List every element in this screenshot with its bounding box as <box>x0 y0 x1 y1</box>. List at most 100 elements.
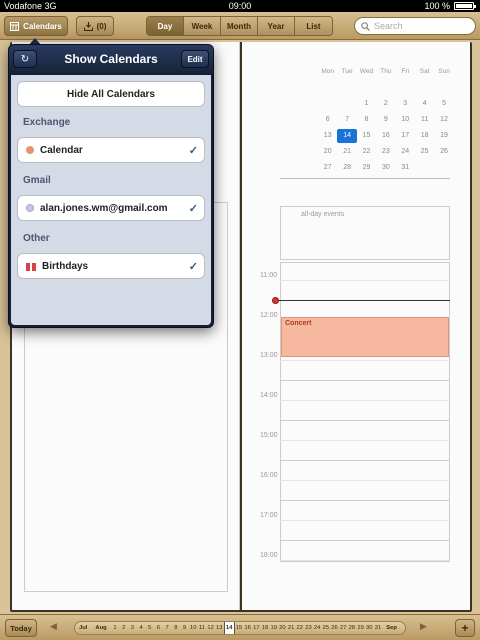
strip-day[interactable]: 6 <box>154 625 163 631</box>
hour-label: 15:00 <box>260 432 278 439</box>
mini-month-day[interactable]: 31 <box>396 160 415 176</box>
hide-all-calendars-button[interactable]: Hide All Calendars <box>17 81 205 107</box>
mini-month-day[interactable]: 16 <box>376 128 395 144</box>
strip-month-label[interactable]: Sep <box>382 625 401 631</box>
calendars-button[interactable]: Calendars <box>4 16 68 36</box>
mini-month-day <box>396 80 415 96</box>
tab-list[interactable]: List <box>295 17 332 35</box>
mini-month-day[interactable]: 4 <box>415 96 434 112</box>
inbox-download-icon <box>83 21 93 31</box>
strip-day[interactable]: 28 <box>348 625 357 631</box>
strip-day[interactable]: 13 <box>215 625 224 631</box>
strip-day[interactable]: 19 <box>269 625 278 631</box>
add-event-button[interactable]: + <box>455 619 475 637</box>
strip-day[interactable]: 25 <box>321 625 330 631</box>
strip-day[interactable]: 26 <box>330 625 339 631</box>
day-timeline[interactable]: 11:00 12:00 13:00 14:00 15:00 16:00 17:0… <box>242 262 470 592</box>
strip-day[interactable]: 4 <box>137 625 146 631</box>
mini-month-day[interactable]: 30 <box>376 160 395 176</box>
tab-day[interactable]: Day <box>147 17 184 35</box>
strip-day[interactable]: 30 <box>365 625 374 631</box>
strip-day[interactable]: 29 <box>356 625 365 631</box>
date-strip[interactable]: Jul Aug 1 2 3 4 5 6 7 8 9 10 11 12 13 14 15 16 17 18 19 20 21 2… <box>74 621 406 635</box>
strip-day[interactable]: 22 <box>295 625 304 631</box>
strip-day[interactable]: 16 <box>243 625 252 631</box>
strip-day[interactable]: 5 <box>145 625 154 631</box>
mini-month-day[interactable]: 12 <box>434 112 453 128</box>
mini-month-day <box>318 80 337 96</box>
strip-day[interactable]: 9 <box>180 625 189 631</box>
mini-month-today[interactable]: 14 <box>337 129 357 143</box>
mini-month-day[interactable]: 28 <box>337 160 356 176</box>
calendar-row-exchange[interactable]: Calendar ✓ <box>17 137 205 163</box>
strip-day[interactable]: 11 <box>198 625 207 631</box>
hour-label: 16:00 <box>260 472 278 479</box>
mini-month-day[interactable]: 25 <box>415 144 434 160</box>
mini-month-day[interactable]: 18 <box>415 128 434 144</box>
strip-day[interactable]: 2 <box>119 625 128 631</box>
inbox-button[interactable]: (0) <box>76 16 114 36</box>
edit-button[interactable]: Edit <box>181 50 209 68</box>
strip-day[interactable]: 23 <box>304 625 313 631</box>
mini-month-day[interactable]: 7 <box>337 112 356 128</box>
strip-day[interactable]: 12 <box>206 625 215 631</box>
tab-week[interactable]: Week <box>184 17 221 35</box>
mini-month-day[interactable]: 11 <box>415 112 434 128</box>
mini-month-day[interactable]: 6 <box>318 112 337 128</box>
next-arrow-icon[interactable]: ▶ <box>420 621 427 632</box>
mini-month-day[interactable]: 3 <box>396 96 415 112</box>
tab-year[interactable]: Year <box>258 17 295 35</box>
today-button[interactable]: Today <box>5 619 37 637</box>
mini-month-day[interactable]: 8 <box>357 112 376 128</box>
strip-day[interactable]: 18 <box>261 625 270 631</box>
strip-day[interactable]: 17 <box>252 625 261 631</box>
refresh-button[interactable]: ↻ <box>13 50 37 68</box>
strip-day[interactable]: 7 <box>163 625 172 631</box>
strip-month-label[interactable]: Jul <box>75 625 91 631</box>
strip-day[interactable]: 1 <box>111 625 120 631</box>
strip-selected-day[interactable]: 14 <box>223 622 235 634</box>
mini-month-day[interactable]: 15 <box>357 128 376 144</box>
half-hour-line <box>280 520 450 521</box>
mini-month-day[interactable]: 29 <box>357 160 376 176</box>
strip-day[interactable]: 15 <box>235 625 244 631</box>
mini-month-day[interactable]: 2 <box>376 96 395 112</box>
mini-month-day[interactable]: 17 <box>396 128 415 144</box>
event-block[interactable]: Concert <box>281 317 449 357</box>
calendar-row-gmail[interactable]: alan.jones.wm@gmail.com ✓ <box>17 195 205 221</box>
strip-day[interactable]: 21 <box>287 625 296 631</box>
mini-month-day[interactable]: 21 <box>337 144 356 160</box>
mini-month-day[interactable]: 23 <box>376 144 395 160</box>
mini-month-day[interactable]: 27 <box>318 160 337 176</box>
calendar-row-birthdays[interactable]: Birthdays ✓ <box>17 253 205 279</box>
strip-day[interactable]: 27 <box>339 625 348 631</box>
mini-month-day[interactable]: 24 <box>396 144 415 160</box>
strip-day[interactable]: 24 <box>313 625 322 631</box>
mini-month-day[interactable]: 1 <box>357 96 376 112</box>
strip-day[interactable]: 10 <box>189 625 198 631</box>
mini-month-day <box>415 80 434 96</box>
strip-day[interactable]: 8 <box>171 625 180 631</box>
mini-month-day[interactable]: 5 <box>434 96 453 112</box>
strip-day[interactable]: 31 <box>374 625 383 631</box>
group-label-gmail: Gmail <box>23 175 51 186</box>
hour-label: 12:00 <box>260 312 278 319</box>
all-day-events-area[interactable]: all-day events <box>280 206 450 260</box>
strip-month-label[interactable]: Aug <box>91 625 110 631</box>
strip-day[interactable]: 20 <box>278 625 287 631</box>
mini-month-day[interactable]: 20 <box>318 144 337 160</box>
calendar-color-dot <box>26 204 34 212</box>
mini-month-day[interactable]: 19 <box>434 128 453 144</box>
mini-month-day[interactable]: 22 <box>357 144 376 160</box>
mini-month-day[interactable]: 13 <box>318 128 337 144</box>
mini-month-day[interactable]: 9 <box>376 112 395 128</box>
search-field[interactable] <box>354 17 476 35</box>
mini-month-day[interactable]: 26 <box>434 144 453 160</box>
strip-day[interactable]: 3 <box>128 625 137 631</box>
tab-month[interactable]: Month <box>221 17 258 35</box>
previous-arrow-icon[interactable]: ◀ <box>50 621 57 632</box>
search-input[interactable] <box>374 21 470 31</box>
mini-month-day[interactable]: 10 <box>396 112 415 128</box>
mini-month-calendar: Mon Tue Wed Thu Fri Sat Sun 1 2 3 4 5 6 7 8 9 10 1… <box>318 64 454 176</box>
half-hour-line <box>280 480 450 481</box>
